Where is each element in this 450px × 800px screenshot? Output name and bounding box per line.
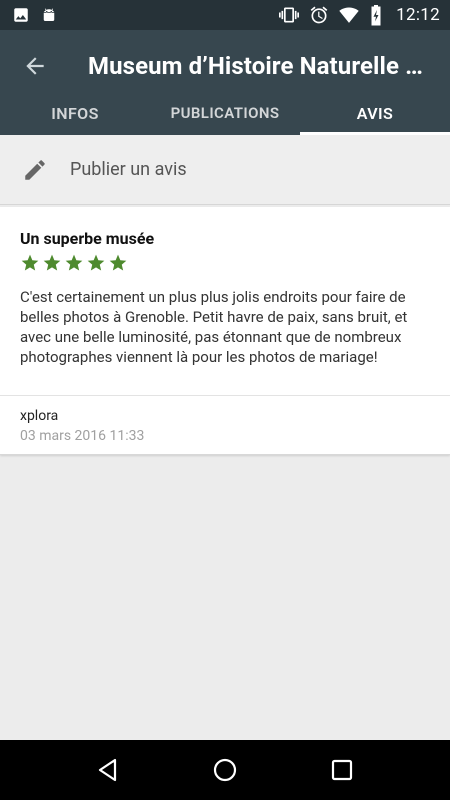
wifi-icon — [338, 5, 360, 25]
review-author: xplora — [20, 408, 59, 424]
page-title: Museum d’Histoire Naturelle de Grenoble — [88, 52, 428, 80]
star-icon — [109, 254, 127, 271]
nav-recents-button[interactable] — [322, 750, 362, 790]
tab-avis[interactable]: AVIS — [300, 102, 450, 135]
review-title: Un superbe musée — [20, 229, 155, 248]
vibrate-icon — [278, 5, 300, 25]
app-bar: Museum d’Histoire Naturelle de Grenoble … — [0, 30, 450, 135]
toolbar: Museum d’Histoire Naturelle de Grenoble — [0, 30, 450, 102]
battery-charging-icon — [369, 4, 383, 26]
alarm-icon — [309, 5, 329, 25]
review-date: 03 mars 2016 11:33 — [20, 428, 145, 444]
tab-bar: INFOS PUBLICATIONS AVIS — [0, 102, 450, 135]
arrow-back-icon — [26, 57, 44, 75]
review-card[interactable]: Un superbe musée C'est certainement un p… — [0, 207, 450, 455]
image-icon — [12, 6, 30, 24]
nav-home-button[interactable] — [205, 750, 245, 790]
nav-recents-icon — [331, 759, 352, 781]
status-bar: 12:12 — [0, 0, 450, 30]
pencil-icon — [25, 159, 45, 180]
android-icon — [40, 6, 58, 24]
navigation-bar — [0, 740, 450, 800]
rating-stars — [20, 253, 430, 273]
status-time: 12:12 — [396, 5, 440, 25]
nav-back-button[interactable] — [88, 750, 128, 790]
review-text: C'est certainement un plus plus jolis en… — [20, 288, 408, 366]
star-icon — [65, 254, 83, 271]
publish-review-button[interactable]: Publier un avis — [0, 135, 450, 205]
publish-review-label: Publier un avis — [70, 159, 187, 180]
review-footer: xplora 03 mars 2016 11:33 — [0, 395, 450, 444]
tab-publications[interactable]: PUBLICATIONS — [150, 102, 300, 135]
nav-home-icon — [213, 758, 237, 782]
back-button[interactable] — [20, 51, 50, 81]
tab-infos[interactable]: INFOS — [0, 102, 150, 135]
star-icon — [43, 254, 61, 271]
star-icon — [21, 254, 39, 271]
nav-back-icon — [99, 758, 117, 782]
star-icon — [87, 254, 105, 271]
